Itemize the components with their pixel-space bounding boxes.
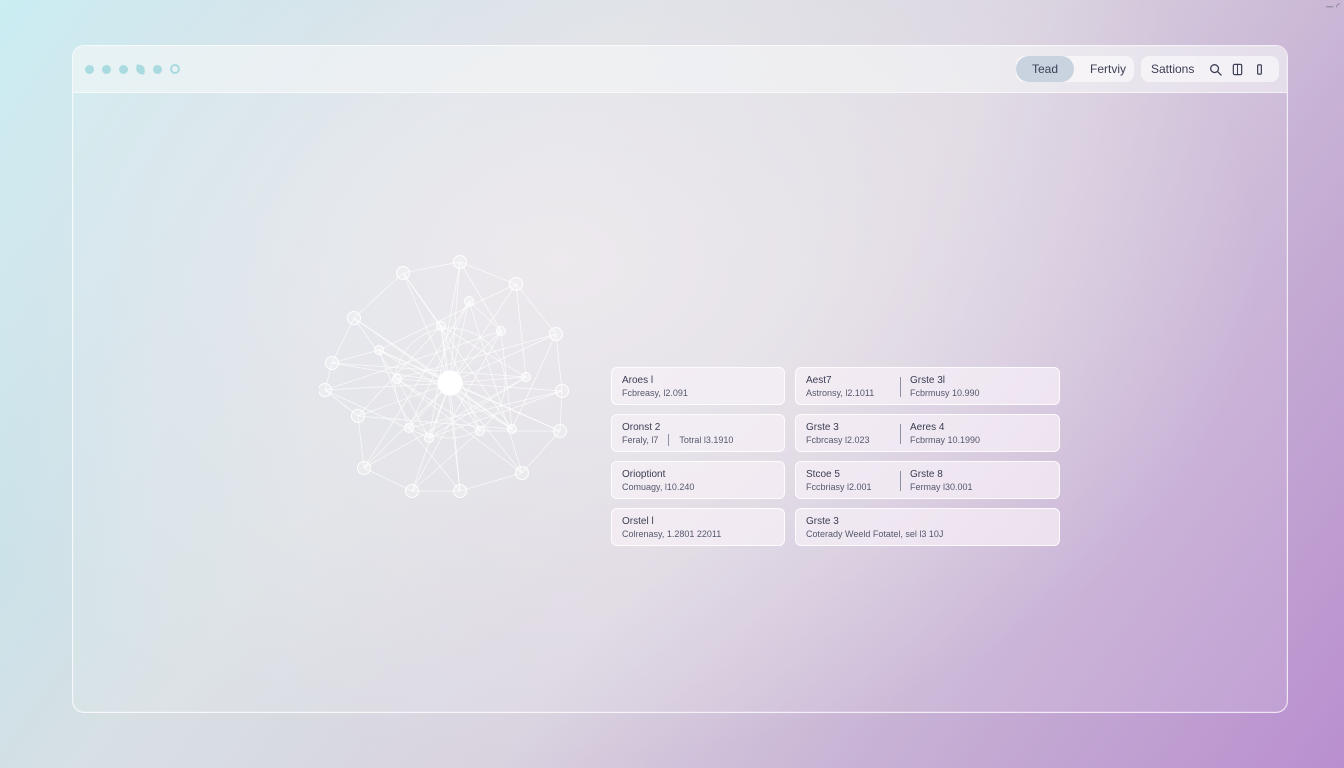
network-node xyxy=(437,370,463,396)
card-subtitle: Coterady Weeld Fotatel, sel l3 10J xyxy=(806,529,944,539)
card-aest7[interactable]: Aest7 Astronsy, l2.1011 Grste 3l Fcbrmus… xyxy=(795,367,1060,405)
card-title: Grste 3 xyxy=(806,516,839,527)
card-subtitle: Fcbreasy, l2.091 xyxy=(622,388,688,398)
network-node xyxy=(553,424,567,438)
network-node xyxy=(396,266,410,280)
card-grste-3[interactable]: Grste 3 Fcbrcasy l2.023 Aeres 4 Fcbrmay … xyxy=(795,414,1060,452)
card-title: Orioptiont xyxy=(622,469,666,480)
window-control-icon[interactable]: ─ ◜ xyxy=(1326,2,1340,13)
tab-fertviy[interactable]: Fertviy xyxy=(1074,56,1142,82)
network-node xyxy=(496,326,506,336)
title-bar: Tead Fertviy Sattions xyxy=(73,46,1287,93)
network-node xyxy=(424,433,434,443)
card-cell: Orioptiont Comuagy, l10.240 xyxy=(612,462,694,498)
card-title: Grste 3 xyxy=(806,422,839,433)
network-node xyxy=(436,321,446,331)
network-graph xyxy=(319,255,569,498)
app-window: Tead Fertviy Sattions Aroes l Fcbreasy, … xyxy=(72,45,1288,713)
window-dots xyxy=(85,63,180,75)
card-subtitle: Colrenasy, 1.2801 22011 xyxy=(622,529,722,539)
network-node xyxy=(515,466,529,480)
network-node xyxy=(405,484,419,498)
settings-group: Sattions xyxy=(1141,56,1279,82)
card-cell: Oronst 2 Feraly, l7 Totral l3.1910 xyxy=(612,415,733,451)
network-node xyxy=(357,461,371,475)
ring-icon[interactable] xyxy=(170,64,180,74)
tab-tead[interactable]: Tead xyxy=(1016,56,1075,82)
settings-button[interactable]: Sattions xyxy=(1141,56,1204,82)
card-cell: Aest7 Astronsy, l2.1011 xyxy=(796,368,900,404)
network-node xyxy=(521,372,531,382)
card-cell: Grste 3 Fcbrcasy l2.023 xyxy=(796,415,900,451)
card-cell: Grste 3 Coterady Weeld Fotatel, sel l3 1… xyxy=(796,509,943,545)
card-subrow: Feraly, l7 Totral l3.1910 xyxy=(622,434,733,446)
network-node xyxy=(475,426,485,436)
card-subtitle: Fermay l30.001 xyxy=(910,482,973,492)
card-subtitle: Feraly, l7 xyxy=(622,435,659,445)
card-title: Aest7 xyxy=(806,375,832,386)
network-node xyxy=(555,384,569,398)
network-node xyxy=(507,424,517,434)
tab-group: Tead Fertviy xyxy=(1016,56,1134,82)
card-cell: Aeres 4 Fcbrmay 10.1990 xyxy=(900,415,980,451)
card-cell: Aroes l Fcbreasy, l2.091 xyxy=(612,368,688,404)
network-node xyxy=(374,345,384,355)
card-stcoe-5[interactable]: Stcoe 5 Fccbriasy l2.001 Grste 8 Fermay … xyxy=(795,461,1060,499)
network-node xyxy=(392,374,402,384)
network-node xyxy=(319,383,332,397)
card-title: Oronst 2 xyxy=(622,422,661,433)
card-subtitle: Comuagy, l10.240 xyxy=(622,482,695,492)
network-node xyxy=(351,409,365,423)
card-subtitle: Astronsy, l2.1011 xyxy=(806,388,875,398)
card-grste-3-wide[interactable]: Grste 3 Coterady Weeld Fotatel, sel l3 1… xyxy=(795,508,1060,546)
card-cell: Grste 8 Fermay l30.001 xyxy=(900,462,973,498)
dot-icon[interactable] xyxy=(102,64,111,74)
card-cell: Grste 3l Fcbrmusy 10.990 xyxy=(900,368,980,404)
more-icon[interactable] xyxy=(1248,58,1270,80)
network-node xyxy=(509,277,523,291)
card-title: Aeres 4 xyxy=(910,422,945,433)
card-cell: Stcoe 5 Fccbriasy l2.001 xyxy=(796,462,900,498)
card-subtitle: Fcbrcasy l2.023 xyxy=(806,435,870,445)
card-cell: Orstel l Colrenasy, 1.2801 22011 xyxy=(612,509,721,545)
card-title: Grste 8 xyxy=(910,469,943,480)
network-node xyxy=(453,255,467,269)
network-node xyxy=(549,327,563,341)
card-orstel-1[interactable]: Orstel l Colrenasy, 1.2801 22011 xyxy=(611,508,785,546)
notebook-icon[interactable] xyxy=(1226,58,1248,80)
dot-icon[interactable] xyxy=(119,64,128,74)
card-subtitle: Fcbrmusy 10.990 xyxy=(910,388,980,398)
card-orioptiont[interactable]: Orioptiont Comuagy, l10.240 xyxy=(611,461,785,499)
network-node xyxy=(404,423,414,433)
card-title: Stcoe 5 xyxy=(806,469,840,480)
network-node xyxy=(464,296,474,306)
dot-icon[interactable] xyxy=(153,64,162,74)
card-aroes-1[interactable]: Aroes l Fcbreasy, l2.091 xyxy=(611,367,785,405)
card-subtitle: Fccbriasy l2.001 xyxy=(806,482,872,492)
network-node xyxy=(325,356,339,370)
network-node xyxy=(453,484,467,498)
card-title: Aroes l xyxy=(622,375,654,386)
leaf-icon[interactable] xyxy=(135,63,146,75)
search-icon[interactable] xyxy=(1204,58,1226,80)
card-subtitle-secondary: Totral l3.1910 xyxy=(668,434,733,446)
dot-icon[interactable] xyxy=(85,64,94,74)
card-oronst-2[interactable]: Oronst 2 Feraly, l7 Totral l3.1910 xyxy=(611,414,785,452)
card-title: Orstel l xyxy=(622,516,654,527)
card-title: Grste 3l xyxy=(910,375,946,386)
card-subtitle: Fcbrmay 10.1990 xyxy=(910,435,981,445)
network-node xyxy=(347,311,361,325)
